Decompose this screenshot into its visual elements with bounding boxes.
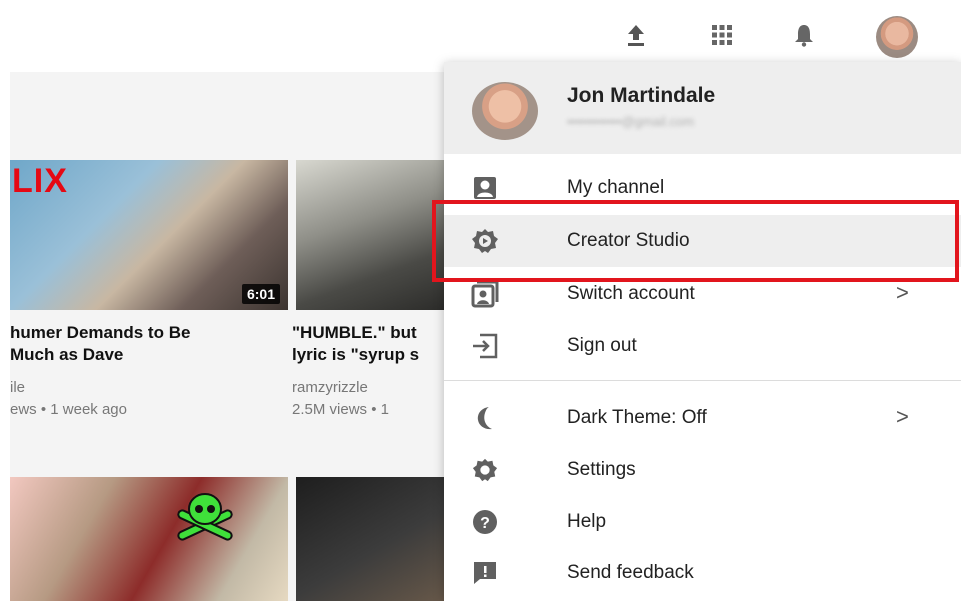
- menu-item-label: Help: [567, 511, 607, 532]
- video-thumbnail[interactable]: [296, 477, 456, 601]
- highlight-box: [432, 200, 959, 282]
- menu-item-sign-out[interactable]: Sign out: [444, 320, 961, 372]
- svg-text:?: ?: [480, 515, 490, 532]
- upload-icon[interactable]: [622, 20, 650, 50]
- notifications-bell-icon[interactable]: [790, 20, 818, 50]
- menu-item-settings[interactable]: Settings: [444, 444, 961, 496]
- menu-item-send-feedback[interactable]: Send feedback: [444, 547, 961, 599]
- video-channel[interactable]: ile: [10, 378, 288, 398]
- chevron-right-icon: >: [896, 280, 909, 305]
- menu-item-dark-theme[interactable]: Dark Theme: Off >: [444, 392, 961, 444]
- video-title-line2[interactable]: Much as Dave: [10, 344, 288, 365]
- menu-item-help[interactable]: ? Help: [444, 496, 961, 548]
- video-meta: 2.5M views • 1: [292, 401, 389, 418]
- menu-item-label: My channel: [567, 177, 665, 198]
- moon-icon: [470, 404, 500, 432]
- video-title[interactable]: humer Demands to Be: [10, 322, 288, 343]
- person-icon: [470, 174, 500, 202]
- user-name: Jon Martindale: [567, 84, 716, 107]
- account-avatar-button[interactable]: [876, 16, 918, 58]
- menu-divider: [444, 380, 961, 381]
- account-header: Jon Martindale ••••••••••••@gmail.com: [444, 62, 961, 154]
- thumbnail-logo-text: LIX: [12, 162, 68, 200]
- video-meta: ews • 1 week ago: [10, 401, 127, 418]
- apps-grid-icon[interactable]: [708, 20, 736, 50]
- menu-item-label: Settings: [567, 459, 636, 480]
- chevron-right-icon: >: [896, 404, 909, 429]
- avatar: [472, 82, 538, 140]
- video-channel[interactable]: ramzyrizzle: [292, 378, 444, 398]
- help-icon: ?: [470, 508, 500, 536]
- account-menu: Jon Martindale ••••••••••••@gmail.com My…: [444, 62, 961, 601]
- video-thumbnail[interactable]: [10, 477, 288, 601]
- user-email: ••••••••••••@gmail.com: [567, 114, 695, 129]
- video-title-line2[interactable]: lyric is "syrup s: [292, 344, 444, 365]
- menu-item-label: Send feedback: [567, 562, 694, 583]
- sign-out-icon: [470, 332, 500, 360]
- skull-crossbones-icon: [177, 493, 233, 541]
- video-title[interactable]: "HUMBLE." but: [292, 322, 444, 343]
- feedback-icon: [470, 559, 500, 587]
- gear-icon: [470, 456, 500, 484]
- menu-item-label: Sign out: [567, 335, 637, 356]
- video-thumbnail[interactable]: LIX 6:01: [10, 160, 288, 310]
- switch-account-icon: [470, 280, 500, 308]
- menu-item-label: Switch account: [567, 283, 695, 304]
- video-duration: 6:01: [241, 284, 280, 304]
- menu-item-label: Dark Theme: Off: [567, 407, 707, 428]
